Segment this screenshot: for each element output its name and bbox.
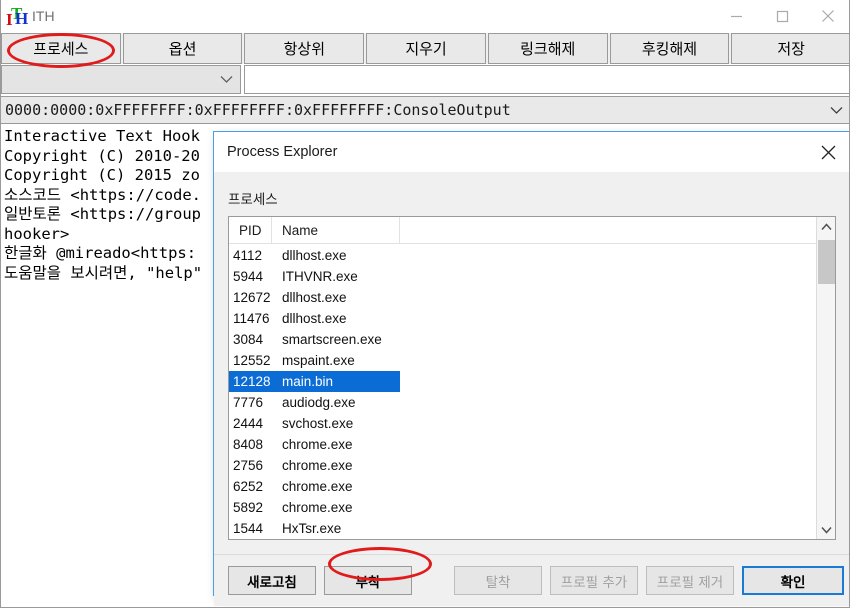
app-title: ITH (32, 8, 55, 24)
close-icon[interactable] (805, 0, 849, 32)
dialog-close-icon[interactable] (806, 132, 849, 172)
process-row[interactable]: 2444 svchost.exe (229, 413, 400, 434)
process-pid: 2444 (233, 416, 264, 431)
process-pid: 3084 (233, 332, 264, 347)
process-button[interactable]: 프로세스 (1, 33, 121, 64)
process-row[interactable]: 3084 smartscreen.exe (229, 329, 400, 350)
process-name: dllhost.exe (282, 248, 347, 263)
process-name: dllhost.exe (282, 290, 347, 305)
process-name: chrome.exe (282, 479, 353, 494)
scrollbar-track[interactable] (817, 236, 835, 520)
process-row[interactable]: 5892 chrome.exe (229, 497, 400, 518)
process-pid: 12128 (233, 374, 271, 389)
process-row[interactable]: 8408 chrome.exe (229, 434, 400, 455)
process-row[interactable]: 5944 ITHVNR.exe (229, 266, 400, 287)
options-button[interactable]: 옵션 (122, 33, 243, 64)
process-name: svchost.exe (282, 416, 354, 431)
thread-combobox[interactable] (1, 65, 241, 94)
ok-button[interactable]: 확인 (742, 566, 844, 595)
column-header-name[interactable]: Name (272, 217, 400, 243)
process-name: chrome.exe (282, 458, 353, 473)
minimize-icon[interactable] (713, 0, 759, 32)
scrollbar-thumb[interactable] (818, 240, 835, 284)
process-list-scrollbar[interactable] (816, 217, 835, 539)
process-pid: 11476 (233, 311, 270, 326)
process-name: chrome.exe (282, 437, 353, 452)
process-list: PID Name 4112 dllhost.exe 5944 ITHVNR.exe 12… (228, 216, 836, 540)
unhook-button[interactable]: 후킹해제 (609, 33, 730, 64)
always-on-top-button[interactable]: 항상위 (244, 33, 365, 64)
maximize-icon[interactable] (759, 0, 805, 32)
logo-letter-h: H (15, 9, 29, 28)
search-input[interactable] (244, 65, 849, 94)
process-row[interactable]: 12128 main.bin (229, 371, 400, 392)
ith-main-window: T I H ITH 프로세스 옵션 항상위 지우기 링크해제 후킹해제 저장 0… (0, 0, 850, 608)
process-name: mspaint.exe (282, 353, 355, 368)
add-profile-button: 프로필 추가 (550, 566, 638, 595)
process-list-header: PID Name (229, 217, 816, 244)
current-thread-statusbar[interactable]: 0000:0000:0xFFFFFFFF:0xFFFFFFFF:0xFFFFFF… (1, 96, 849, 124)
process-pid: 5944 (233, 269, 264, 284)
process-rows: 4112 dllhost.exe 5944 ITHVNR.exe 12672 dllhos… (229, 244, 816, 539)
main-toolbar: 프로세스 옵션 항상위 지우기 링크해제 후킹해제 저장 (1, 33, 849, 64)
process-name: ITHVNR.exe (282, 269, 358, 284)
process-pid: 12552 (233, 353, 271, 368)
process-row[interactable]: 7776 audiodg.exe (229, 392, 400, 413)
process-list-main: PID Name 4112 dllhost.exe 5944 ITHVNR.exe 12… (229, 217, 816, 539)
logo-letter-i: I (6, 10, 13, 29)
dialog-title: Process Explorer (227, 144, 338, 160)
column-header-pid[interactable]: PID (229, 217, 272, 243)
column-header-blank (400, 217, 816, 243)
process-row[interactable]: 2756 chrome.exe (229, 455, 400, 476)
current-thread-text: 0000:0000:0xFFFFFFFF:0xFFFFFFFF:0xFFFFFF… (5, 101, 511, 119)
scroll-down-icon[interactable] (817, 520, 835, 539)
process-name: dllhost.exe (282, 311, 347, 326)
process-name: smartscreen.exe (282, 332, 382, 347)
process-pid: 4112 (233, 248, 263, 263)
process-row[interactable]: 1544 HxTsr.exe (229, 518, 400, 539)
process-row[interactable]: 12672 dllhost.exe (229, 287, 400, 308)
remove-profile-button: 프로필 제거 (646, 566, 734, 595)
process-pid: 2756 (233, 458, 264, 473)
process-pid: 6252 (233, 479, 264, 494)
process-pid: 8408 (233, 437, 264, 452)
dialog-title-bar: Process Explorer (214, 132, 849, 172)
detach-button: 탈착 (454, 566, 542, 595)
thread-selector-row (1, 65, 849, 94)
title-bar: T I H ITH (1, 0, 849, 32)
chevron-down-icon (220, 71, 233, 89)
process-section-label: 프로세스 (228, 192, 278, 208)
chevron-down-icon (830, 101, 843, 119)
refresh-button[interactable]: 새로고침 (228, 566, 316, 595)
window-controls (713, 0, 849, 32)
process-name: chrome.exe (282, 500, 353, 515)
clear-button[interactable]: 지우기 (366, 33, 486, 64)
process-row[interactable]: 12552 mspaint.exe (229, 350, 400, 371)
attach-button[interactable]: 부착 (324, 566, 412, 595)
process-pid: 12672 (233, 290, 271, 305)
dialog-body: 프로세스 PID Name 4112 dllhost.exe 5944 ITHVNR.… (214, 172, 849, 554)
process-row[interactable]: 11476 dllhost.exe (229, 308, 400, 329)
process-name: HxTsr.exe (282, 521, 342, 536)
process-name: main.bin (282, 374, 334, 389)
scroll-up-icon[interactable] (817, 217, 835, 236)
dialog-footer: 새로고침 부착 탈착 프로필 추가 프로필 제거 확인 (214, 554, 849, 606)
process-pid: 5892 (233, 500, 264, 515)
process-row[interactable]: 6252 chrome.exe (229, 476, 400, 497)
process-pid: 7776 (233, 395, 264, 410)
process-row[interactable]: 4112 dllhost.exe (229, 245, 400, 266)
process-explorer-dialog: Process Explorer 프로세스 PID Name 4112 dllho… (213, 131, 849, 606)
ith-logo-icon: T I H (6, 4, 29, 29)
app-logo: T I H ITH (6, 4, 55, 29)
process-name: audiodg.exe (282, 395, 356, 410)
save-button[interactable]: 저장 (731, 33, 849, 64)
process-pid: 1544 (233, 521, 264, 536)
unlink-button[interactable]: 링크해제 (487, 33, 608, 64)
